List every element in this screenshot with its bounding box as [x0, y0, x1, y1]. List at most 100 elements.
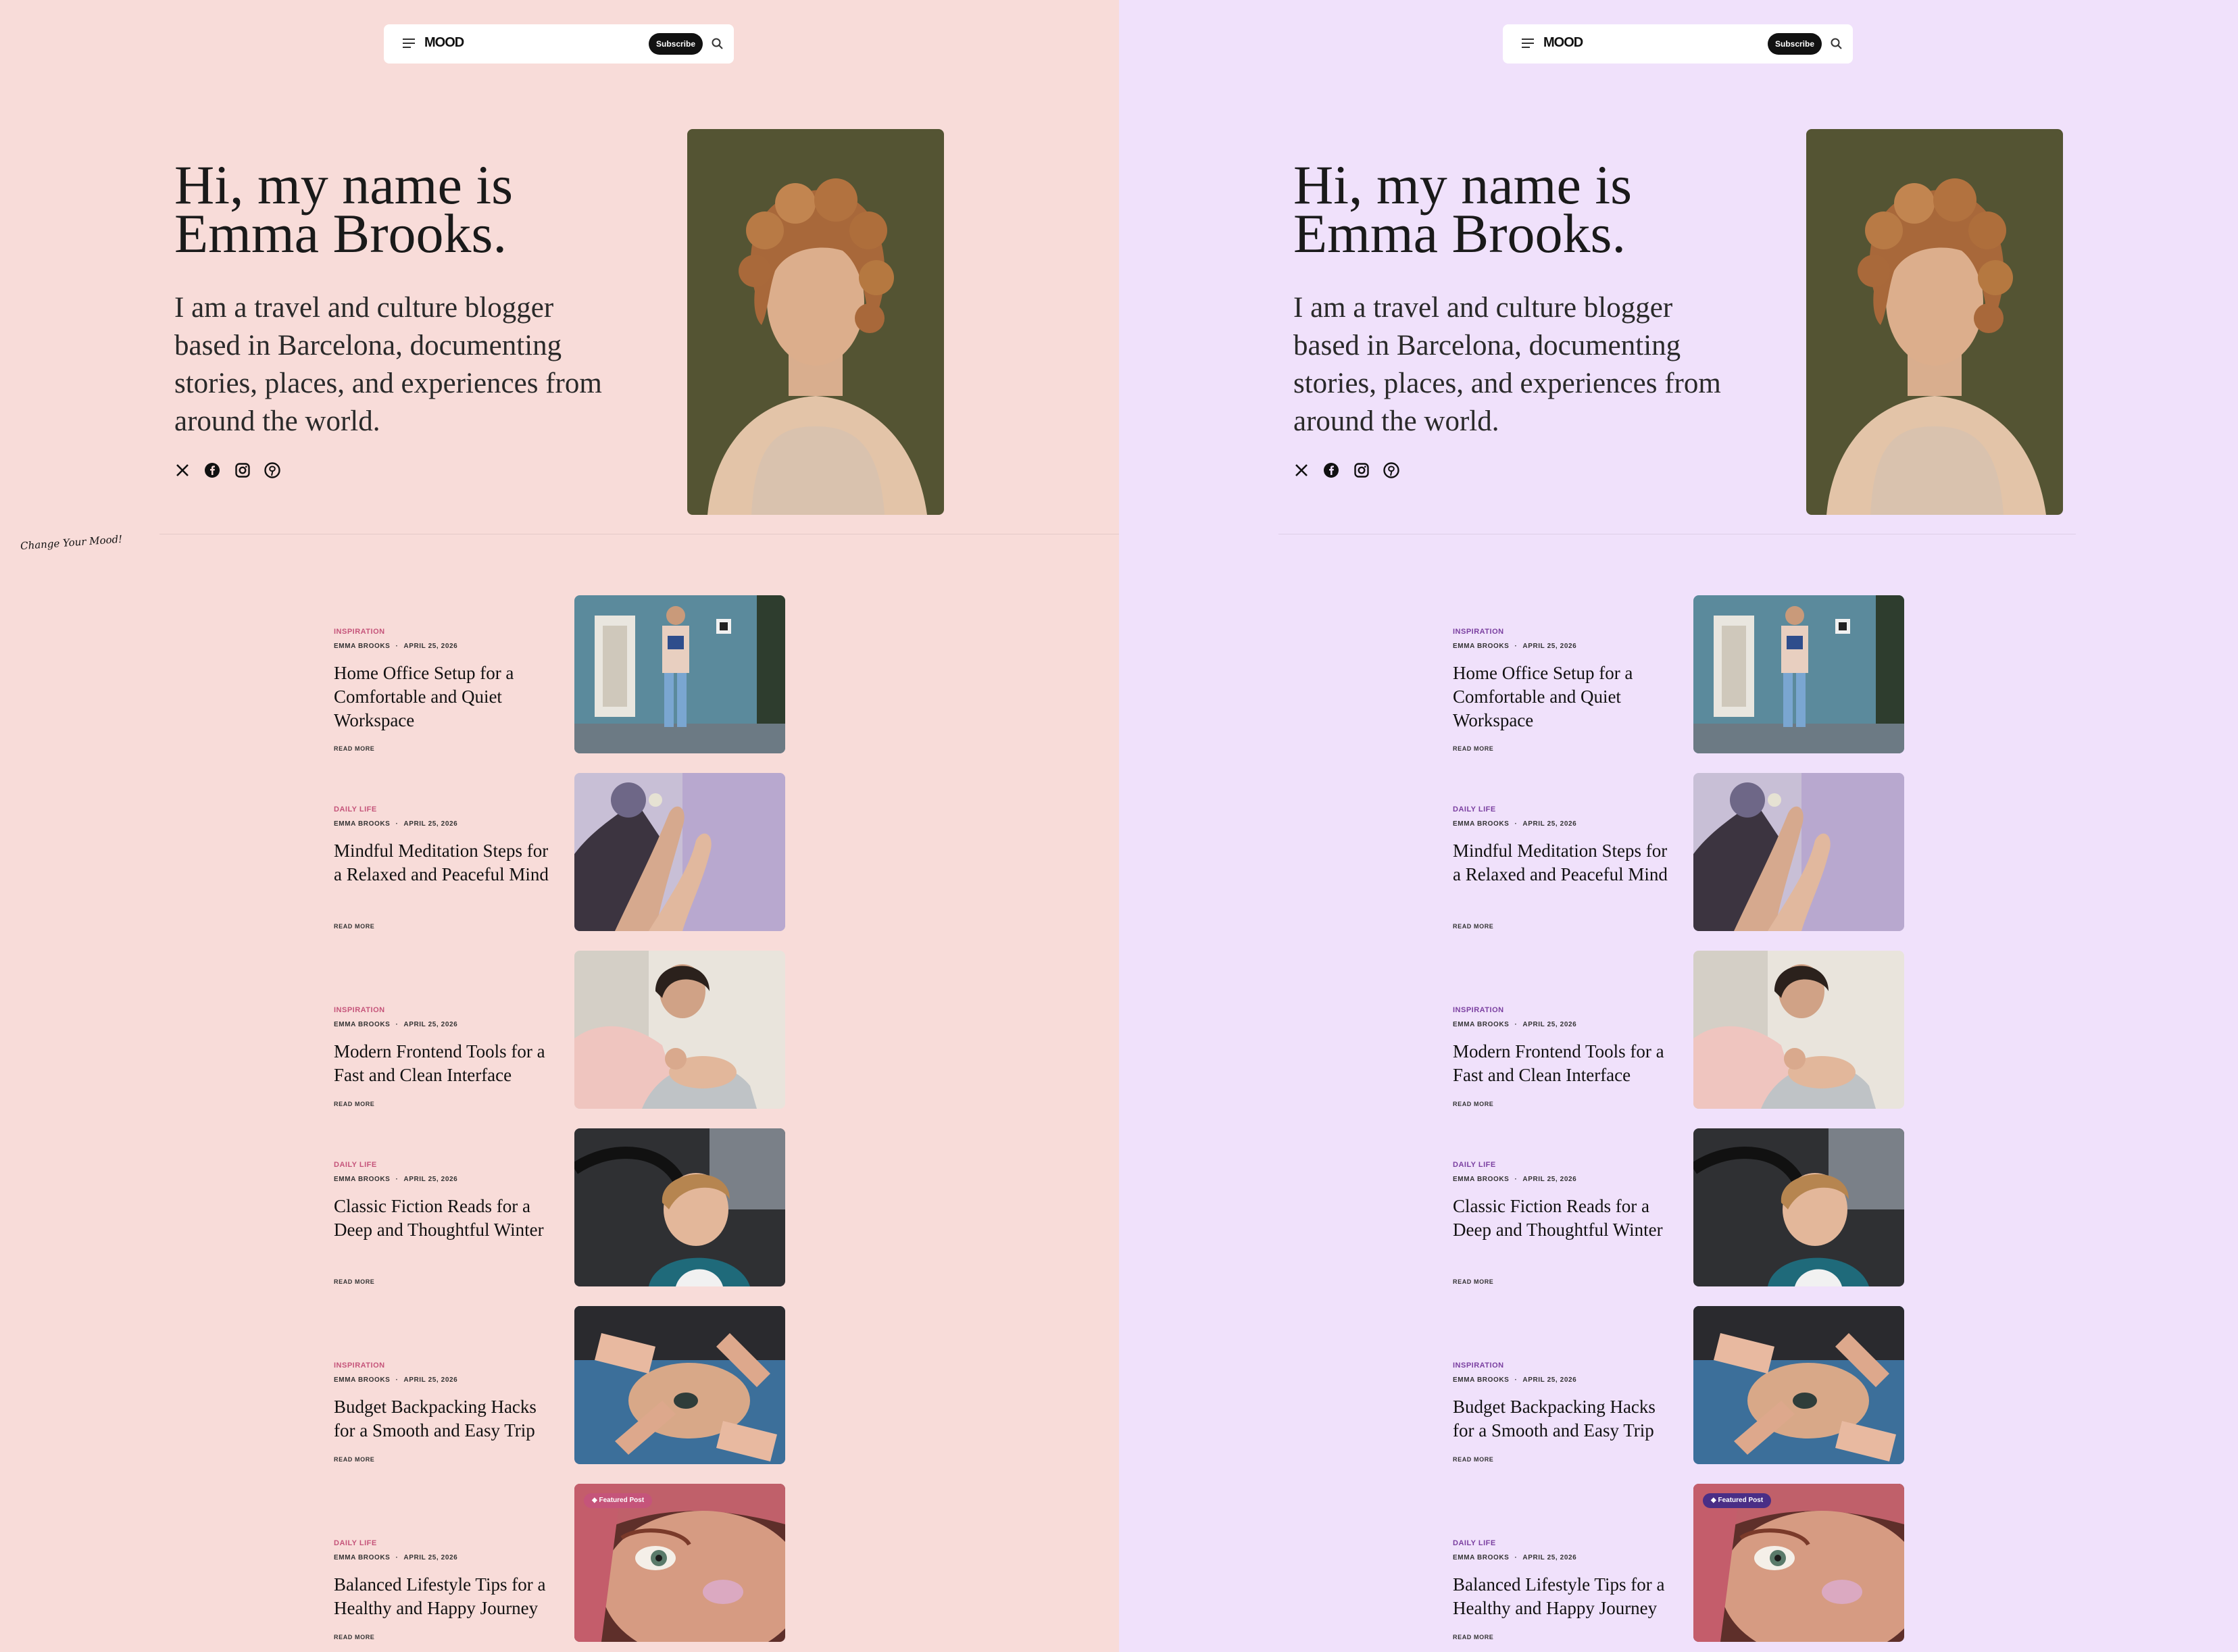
post-author[interactable]: EMMA BROOKS	[1453, 820, 1509, 828]
post-category[interactable]: INSPIRATION	[334, 1006, 385, 1014]
post-category[interactable]: INSPIRATION	[1453, 1006, 1504, 1014]
change-mood-tag[interactable]: Change Your Mood!	[20, 533, 123, 553]
read-more-link[interactable]: READ MORE	[334, 1101, 374, 1107]
post-card[interactable]: INSPIRATION EMMA BROOKS · APRIL 25, 2026 H…	[1453, 595, 1904, 753]
pinterest-icon[interactable]	[1383, 462, 1400, 478]
read-more-link[interactable]: READ MORE	[334, 745, 374, 752]
x-icon[interactable]	[1293, 462, 1310, 478]
post-card[interactable]: INSPIRATION EMMA BROOKS · APRIL 25, 2026 B…	[1453, 1306, 1904, 1464]
post-title[interactable]: Modern Frontend Tools for a Fast and Cle…	[1453, 1040, 1668, 1087]
post-category[interactable]: INSPIRATION	[334, 628, 385, 636]
site-logo[interactable]: MOOD	[1543, 35, 1583, 51]
post-title[interactable]: Home Office Setup for a Comfortable and …	[334, 661, 549, 732]
post-thumbnail[interactable]	[574, 595, 785, 753]
post-card[interactable]: DAILY LIFE EMMA BROOKS · APRIL 25, 2026 Cl…	[334, 1128, 785, 1286]
post-author[interactable]: EMMA BROOKS	[1453, 1021, 1509, 1028]
post-card[interactable]: INSPIRATION EMMA BROOKS · APRIL 25, 2026 B…	[334, 1306, 785, 1464]
post-author[interactable]: EMMA BROOKS	[1453, 1176, 1509, 1183]
read-more-link[interactable]: READ MORE	[1453, 1456, 1493, 1463]
read-more-link[interactable]: READ MORE	[1453, 1101, 1493, 1107]
read-more-link[interactable]: READ MORE	[1453, 923, 1493, 930]
pinterest-icon[interactable]	[264, 462, 281, 478]
post-category[interactable]: DAILY LIFE	[1453, 805, 1496, 814]
facebook-icon[interactable]	[1323, 462, 1339, 478]
read-more-link[interactable]: READ MORE	[334, 1634, 374, 1641]
post-card[interactable]: INSPIRATION EMMA BROOKS · APRIL 25, 2026 H…	[334, 595, 785, 753]
post-thumbnail[interactable]	[1693, 773, 1904, 931]
post-card[interactable]: DAILY LIFE EMMA BROOKS · APRIL 25, 2026 Ba…	[334, 1484, 785, 1642]
top-navbar: MOOD Subscribe	[384, 24, 734, 64]
post-title[interactable]: Mindful Meditation Steps for a Relaxed a…	[1453, 839, 1668, 886]
post-author[interactable]: EMMA BROOKS	[334, 1554, 390, 1561]
post-author[interactable]: EMMA BROOKS	[334, 1176, 390, 1183]
post-author[interactable]: EMMA BROOKS	[334, 820, 390, 828]
instagram-icon[interactable]	[234, 462, 251, 478]
search-icon[interactable]	[1830, 37, 1843, 51]
post-date: APRIL 25, 2026	[403, 820, 458, 828]
read-more-link[interactable]: READ MORE	[1453, 745, 1493, 752]
post-title[interactable]: Balanced Lifestyle Tips for a Healthy an…	[334, 1573, 549, 1620]
post-card[interactable]: DAILY LIFE EMMA BROOKS · APRIL 25, 2026 Cl…	[1453, 1128, 1904, 1286]
post-category[interactable]: INSPIRATION	[1453, 628, 1504, 636]
hamburger-menu-icon[interactable]	[1522, 39, 1535, 49]
post-card[interactable]: INSPIRATION EMMA BROOKS · APRIL 25, 2026 M…	[1453, 951, 1904, 1109]
post-title[interactable]: Budget Backpacking Hacks for a Smooth an…	[334, 1395, 549, 1443]
search-icon[interactable]	[711, 37, 724, 51]
post-thumbnail[interactable]	[574, 951, 785, 1109]
x-icon[interactable]	[174, 462, 191, 478]
post-thumbnail[interactable]	[574, 773, 785, 931]
post-thumbnail[interactable]: ◆ Featured Post	[574, 1484, 785, 1642]
post-text: DAILY LIFE EMMA BROOKS · APRIL 25, 2026 Cl…	[334, 1128, 545, 1286]
hamburger-menu-icon[interactable]	[403, 39, 416, 49]
subscribe-button[interactable]: Subscribe	[1768, 33, 1822, 55]
post-meta: EMMA BROOKS · APRIL 25, 2026	[1453, 643, 1577, 650]
post-card[interactable]: DAILY LIFE EMMA BROOKS · APRIL 25, 2026 Mi…	[1453, 773, 1904, 931]
featured-post-badge-label: Featured Post	[599, 1497, 645, 1504]
post-thumbnail[interactable]	[574, 1128, 785, 1286]
read-more-link[interactable]: READ MORE	[1453, 1278, 1493, 1285]
post-thumbnail[interactable]	[1693, 1128, 1904, 1286]
post-title[interactable]: Classic Fiction Reads for a Deep and Tho…	[1453, 1195, 1668, 1242]
post-thumbnail[interactable]: ◆ Featured Post	[1693, 1484, 1904, 1642]
post-category[interactable]: INSPIRATION	[334, 1361, 385, 1370]
post-thumbnail[interactable]	[1693, 1306, 1904, 1464]
instagram-icon[interactable]	[1353, 462, 1370, 478]
post-category[interactable]: DAILY LIFE	[1453, 1161, 1496, 1169]
post-text: INSPIRATION EMMA BROOKS · APRIL 25, 2026 M…	[1453, 951, 1664, 1109]
post-author[interactable]: EMMA BROOKS	[1453, 1376, 1509, 1384]
post-thumbnail[interactable]	[1693, 595, 1904, 753]
post-text: DAILY LIFE EMMA BROOKS · APRIL 25, 2026 Mi…	[334, 773, 549, 931]
subscribe-button[interactable]: Subscribe	[649, 33, 703, 55]
post-category[interactable]: INSPIRATION	[1453, 1361, 1504, 1370]
read-more-link[interactable]: READ MORE	[334, 1278, 374, 1285]
post-title[interactable]: Budget Backpacking Hacks for a Smooth an…	[1453, 1395, 1668, 1443]
site-logo[interactable]: MOOD	[424, 35, 464, 51]
post-author[interactable]: EMMA BROOKS	[1453, 1554, 1509, 1561]
post-category[interactable]: DAILY LIFE	[1453, 1539, 1496, 1547]
post-card[interactable]: DAILY LIFE EMMA BROOKS · APRIL 25, 2026 Mi…	[334, 773, 785, 931]
post-author[interactable]: EMMA BROOKS	[1453, 643, 1509, 650]
read-more-link[interactable]: READ MORE	[334, 1456, 374, 1463]
post-author[interactable]: EMMA BROOKS	[334, 643, 390, 650]
read-more-link[interactable]: READ MORE	[334, 923, 374, 930]
post-title[interactable]: Mindful Meditation Steps for a Relaxed a…	[334, 839, 549, 886]
post-meta: EMMA BROOKS · APRIL 25, 2026	[334, 1176, 458, 1183]
hero-title-line2: Emma Brooks.	[174, 203, 507, 264]
facebook-icon[interactable]	[204, 462, 220, 478]
post-text: INSPIRATION EMMA BROOKS · APRIL 25, 2026 M…	[334, 951, 545, 1109]
post-meta: EMMA BROOKS · APRIL 25, 2026	[334, 643, 458, 650]
post-title[interactable]: Modern Frontend Tools for a Fast and Cle…	[334, 1040, 549, 1087]
post-card[interactable]: INSPIRATION EMMA BROOKS · APRIL 25, 2026 M…	[334, 951, 785, 1109]
post-category[interactable]: DAILY LIFE	[334, 1161, 377, 1169]
post-author[interactable]: EMMA BROOKS	[334, 1376, 390, 1384]
post-title[interactable]: Home Office Setup for a Comfortable and …	[1453, 661, 1668, 732]
post-card[interactable]: DAILY LIFE EMMA BROOKS · APRIL 25, 2026 Ba…	[1453, 1484, 1904, 1642]
post-thumbnail[interactable]	[574, 1306, 785, 1464]
post-category[interactable]: DAILY LIFE	[334, 805, 377, 814]
post-category[interactable]: DAILY LIFE	[334, 1539, 377, 1547]
post-author[interactable]: EMMA BROOKS	[334, 1021, 390, 1028]
post-title[interactable]: Balanced Lifestyle Tips for a Healthy an…	[1453, 1573, 1668, 1620]
post-thumbnail[interactable]	[1693, 951, 1904, 1109]
read-more-link[interactable]: READ MORE	[1453, 1634, 1493, 1641]
post-title[interactable]: Classic Fiction Reads for a Deep and Tho…	[334, 1195, 549, 1242]
